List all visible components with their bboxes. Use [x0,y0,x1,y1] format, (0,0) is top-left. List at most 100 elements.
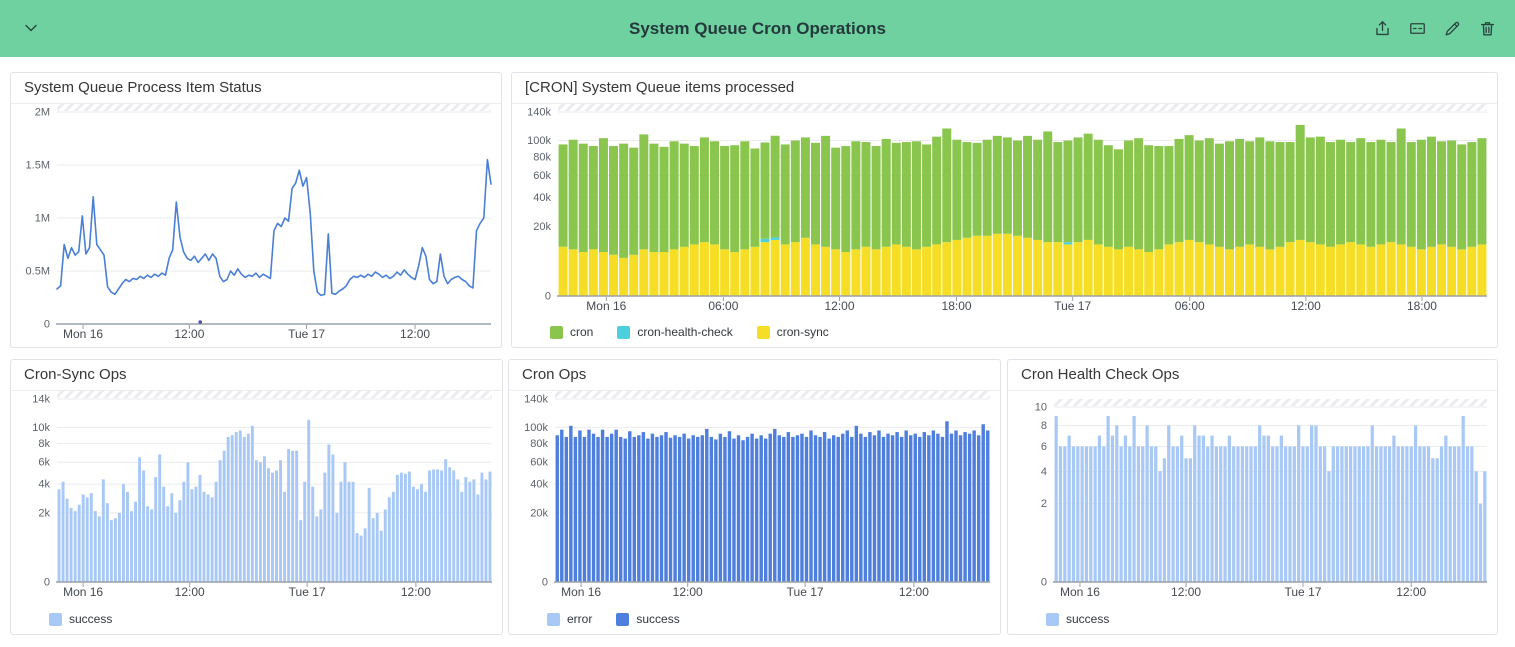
bar-segment [720,249,729,296]
bar-segment [239,430,242,582]
bar-segment [861,247,870,296]
bar-segment [219,460,222,582]
cron-sync-ops-chart[interactable]: 14k10k8k6k4k2k0Mon 1612:00Tue 1712:00 [11,391,502,636]
bar-segment [1195,242,1204,296]
legend-label: success [69,612,112,626]
bar-segment [267,468,270,582]
bar-segment [827,439,830,582]
bar-segment [587,430,590,582]
axis-label: Mon 16 [561,585,601,599]
bar-segment [194,487,197,582]
bar-segment [952,140,961,240]
bar-segment [94,511,97,582]
bar-segment [639,249,648,296]
bar-segment [1104,247,1113,296]
bar-segment [902,142,911,247]
axis-label: 4k [38,479,50,491]
items-processed-chart[interactable]: 140k100k80k60k40k20k0Mon 1606:0012:0018:… [512,104,1497,349]
bar-segment [642,432,645,582]
process-item-status-chart[interactable]: 2M1.5M1M0.5M0Mon 1612:00Tue 1712:00 [11,104,501,349]
bar-segment [811,143,820,245]
bar-segment [1427,247,1436,296]
bar-segment [1384,446,1387,582]
share-button[interactable] [1370,16,1394,40]
bar-segment [235,432,238,582]
bar-segment [986,430,989,582]
bar-segment [1107,416,1110,582]
bar-segment [877,430,880,582]
legend-item-cron-sync[interactable]: cron-sync [757,325,829,339]
bar-segment [728,431,731,582]
bar-segment [559,247,568,296]
bar-segment [1376,140,1385,245]
bar-segment [1301,446,1304,582]
bar-segment [882,139,891,247]
bar-segment [460,492,463,582]
bar-segment [669,438,672,582]
bar-segment [1479,504,1482,582]
bar-segment [1293,446,1296,582]
bar-segment [376,513,379,582]
bar-segment [782,437,785,582]
bar-segment [781,244,790,296]
bar-segment [1205,244,1214,296]
axis-label: 6k [38,457,50,469]
bar-segment [872,146,881,249]
bar-segment [1195,140,1204,242]
bar-segment [307,420,310,582]
secondary-series-dot [198,320,202,324]
axis-label: 4 [1041,466,1047,478]
pencil-icon [1443,19,1462,38]
bar-segment [710,437,713,582]
bar-segment [914,434,917,582]
bar-segment [344,462,347,582]
bar-segment [932,244,941,296]
bar-segment [1477,244,1486,296]
bar-segment [247,434,250,582]
cron-health-check-ops-chart[interactable]: 1086420Mon 1612:00Tue 1712:00 [1008,391,1497,636]
bar-segment [773,429,776,582]
bar-segment [1310,425,1313,582]
bar-segment [207,495,210,582]
bar-segment [130,511,133,582]
bar-segment [1094,446,1097,582]
cron-ops-chart[interactable]: 140k100k80k60k40k20k0Mon 1612:00Tue 1712… [509,391,1000,636]
cron-health-check-ops-legend: success [1046,612,1109,626]
bar-segment [118,513,121,582]
bar-segment [1418,446,1421,582]
bar-segment [291,451,294,582]
embed-button[interactable] [1405,16,1429,40]
bar-segment [287,449,290,582]
legend-item-success[interactable]: success [616,612,679,626]
bar-segment [1144,145,1153,252]
legend-item-error[interactable]: error [547,612,592,626]
bar-segment [1145,425,1148,582]
legend-item-cron[interactable]: cron [550,325,593,339]
bar-segment [178,500,181,582]
bar-segment [1483,471,1486,582]
bar-segment [1104,145,1113,247]
bar-segment [456,479,459,582]
bar-segment [912,141,921,249]
legend-item-cron-health-check[interactable]: cron-health-check [617,325,732,339]
delete-button[interactable] [1475,16,1499,40]
legend-item-success[interactable]: success [49,612,112,626]
legend-item-success[interactable]: success [1046,612,1109,626]
bar-segment [578,430,581,582]
bar-segment [700,137,709,242]
axis-overflow-hatch [555,391,990,398]
axis-label: 20k [533,221,551,233]
bar-segment [1043,131,1052,242]
bar-segment [730,145,739,252]
bar-segment [1023,136,1032,238]
edit-button[interactable] [1440,16,1464,40]
axis-overflow-hatch [57,391,492,398]
axis-label: Mon 16 [1060,585,1100,599]
axis-label: 60k [533,170,551,182]
bar-segment [628,431,631,582]
bar-segment [1314,425,1317,582]
bar-segment [639,134,648,249]
bar-segment [559,144,568,246]
bar-segment [589,249,598,296]
bar-segment [283,492,286,582]
